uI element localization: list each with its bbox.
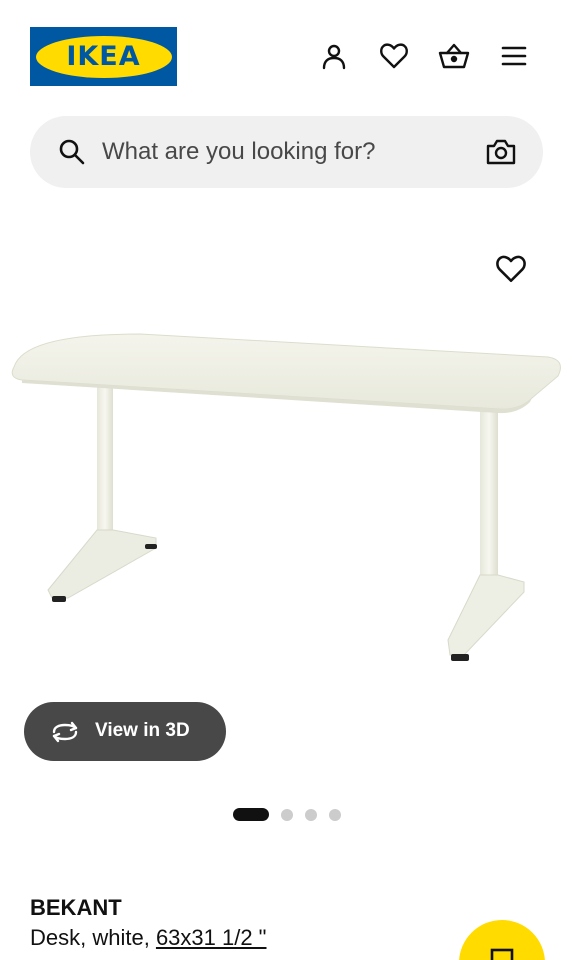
add-to-bag-fab[interactable] — [459, 920, 545, 960]
rotate-3d-icon — [50, 719, 80, 745]
carousel-dot[interactable] — [329, 809, 341, 821]
camera-search-icon[interactable] — [485, 136, 517, 168]
bag-icon — [488, 944, 516, 960]
search-icon[interactable] — [58, 138, 86, 166]
account-icon[interactable] — [316, 38, 352, 74]
logo-text: IKEA — [66, 41, 141, 72]
logo-oval: IKEA — [35, 35, 172, 78]
carousel-dot[interactable] — [281, 809, 293, 821]
product-page: IKEA What are you looking for? View in 3… — [0, 0, 573, 960]
product-size-link[interactable]: 63x31 1/2 " — [156, 925, 267, 950]
search-bar[interactable] — [30, 116, 543, 188]
carousel-dot-active[interactable] — [233, 808, 269, 821]
product-description-text: Desk, white, — [30, 925, 156, 950]
view-in-3d-label: View in 3D — [95, 720, 190, 741]
basket-icon[interactable] — [436, 38, 472, 74]
heart-icon[interactable] — [376, 38, 412, 74]
add-to-favourites-icon[interactable] — [495, 254, 531, 290]
menu-icon[interactable] — [496, 38, 532, 74]
product-description: Desk, white, 63x31 1/2 " — [30, 925, 267, 951]
product-image[interactable] — [0, 230, 573, 690]
product-name: BEKANT — [30, 895, 122, 920]
view-in-3d-button[interactable]: View in 3D — [24, 702, 226, 761]
carousel-dot[interactable] — [305, 809, 317, 821]
search-input[interactable] — [102, 134, 472, 170]
header: IKEA — [0, 0, 573, 110]
ikea-logo[interactable]: IKEA — [30, 27, 177, 86]
